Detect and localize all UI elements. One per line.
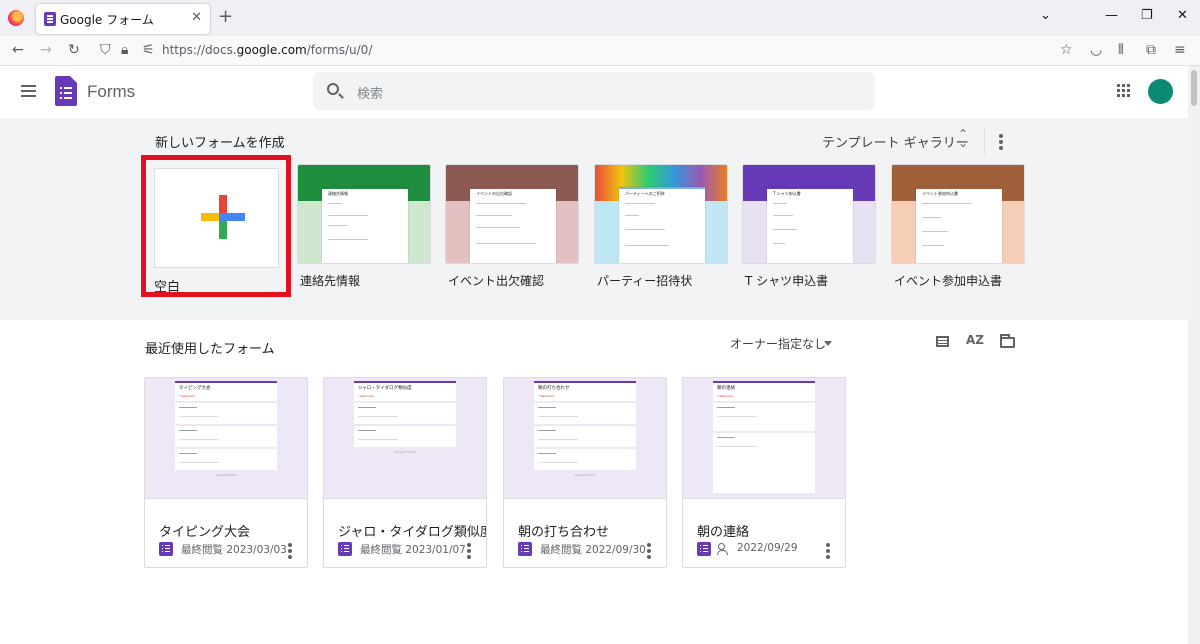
- forward-icon[interactable]: →: [40, 42, 52, 58]
- form-title[interactable]: ジャロ・タイダログ類似度: [338, 521, 486, 540]
- last-viewed-date: 最終閲覧 2022/09/30: [540, 544, 646, 556]
- firefox-icon[interactable]: [8, 10, 24, 26]
- template-tshirt-order[interactable]: T シャツ申込書: [742, 164, 876, 264]
- recent-form-card[interactable]: 朝の打ち合わせ * Required Google Forms 朝の打ち合わせ 最…: [503, 377, 667, 568]
- form-more-icon[interactable]: [647, 543, 651, 547]
- form-thumbnail: 朝の連絡 * Required: [683, 378, 845, 499]
- reload-icon[interactable]: ↻: [68, 42, 80, 58]
- template-contact-info[interactable]: 連絡先情報: [297, 164, 431, 264]
- tab-list-chevron-icon[interactable]: ⌄: [1040, 8, 1051, 23]
- search-box[interactable]: 検索: [313, 72, 875, 110]
- plus-icon: [201, 195, 245, 239]
- form-title[interactable]: 朝の打ち合わせ: [518, 521, 609, 540]
- form-thumbnail: 朝の打ち合わせ * Required Google Forms: [504, 378, 666, 499]
- template-party-invite[interactable]: パーティーへのご招待: [594, 164, 728, 264]
- template-event-rsvp[interactable]: イベントの出欠確認: [445, 164, 579, 264]
- template-gallery-button[interactable]: テンプレート ギャラリー: [822, 132, 969, 151]
- pocket-icon[interactable]: ◡: [1090, 42, 1102, 58]
- template-label-event-rsvp[interactable]: イベント出欠確認: [448, 272, 544, 289]
- template-preview: パーティーへのご招待: [619, 187, 705, 263]
- menu-icon[interactable]: ≡: [1174, 42, 1186, 58]
- form-more-icon[interactable]: [288, 543, 292, 547]
- template-label-tshirt-order[interactable]: T シャツ申込書: [745, 272, 828, 289]
- folder-icon[interactable]: [1000, 334, 1015, 348]
- forms-file-icon: [697, 542, 711, 556]
- restore-icon[interactable]: ❐: [1141, 8, 1153, 23]
- forms-header: Forms 検索: [0, 66, 1188, 118]
- bookmark-star-icon[interactable]: ☆: [1060, 42, 1073, 58]
- owner-filter-dropdown[interactable]: オーナー指定なし: [730, 335, 826, 352]
- permissions-icon[interactable]: ⚟: [142, 42, 155, 58]
- unfold-icon[interactable]: ⌃ ⌄: [958, 128, 968, 149]
- template-preview: イベントの出欠確認: [470, 187, 556, 263]
- form-more-icon[interactable]: [467, 543, 471, 547]
- url-bar[interactable]: https://docs.google.com/forms/u/0/: [162, 43, 372, 57]
- template-preview: 連絡先情報: [322, 187, 408, 263]
- lock-icon[interactable]: 🔒︎: [121, 42, 128, 58]
- google-apps-icon[interactable]: [1117, 84, 1120, 87]
- template-label-contact-info[interactable]: 連絡先情報: [300, 272, 360, 289]
- blank-template-highlight: 空白: [141, 155, 291, 297]
- app-name[interactable]: Forms: [87, 82, 135, 102]
- avatar[interactable]: [1148, 79, 1173, 104]
- browser-nav-bar: ← → ↻ ⛉ 🔒︎ ⚟ https://docs.google.com/for…: [0, 36, 1200, 66]
- form-more-icon[interactable]: [826, 543, 830, 547]
- blank-template-card[interactable]: [154, 168, 279, 268]
- template-label-event-registration[interactable]: イベント参加申込書: [894, 272, 1002, 289]
- search-icon[interactable]: [327, 83, 339, 95]
- browser-tab[interactable]: Google フォーム ✕: [36, 4, 210, 34]
- sort-az-icon[interactable]: AZ: [966, 333, 984, 347]
- page-scrollbar[interactable]: [1188, 66, 1200, 644]
- shield-icon[interactable]: ⛉: [100, 42, 111, 58]
- template-preview: イベント参加申込書: [916, 187, 1002, 263]
- forms-file-icon: [338, 542, 352, 556]
- extensions-icon[interactable]: ⧉: [1146, 42, 1156, 58]
- shared-users-icon: [717, 543, 731, 555]
- new-tab-icon[interactable]: +: [218, 6, 233, 27]
- library-icon[interactable]: ⫴: [1118, 42, 1124, 58]
- form-thumbnail: ジャロ・タイダログ類似度 * Required Google Forms: [324, 378, 486, 499]
- template-preview: T シャツ申込書: [767, 187, 853, 263]
- forms-logo-icon[interactable]: [55, 76, 77, 106]
- recent-form-card[interactable]: 朝の連絡 * Required 朝の連絡 2022/09/29: [682, 377, 846, 568]
- template-label-blank[interactable]: 空白: [154, 276, 180, 295]
- template-gallery: 新しいフォームを作成 テンプレート ギャラリー ⌃ ⌄ 空白 連絡先情報 連絡先情…: [0, 118, 1188, 320]
- divider: [984, 128, 985, 154]
- list-view-icon[interactable]: [936, 336, 949, 347]
- template-event-registration[interactable]: イベント参加申込書: [891, 164, 1025, 264]
- last-viewed-date: 最終閲覧 2023/01/07: [360, 544, 466, 556]
- last-modified-date: 2022/09/29: [737, 542, 798, 554]
- last-viewed-date: 最終閲覧 2023/03/03: [181, 544, 287, 556]
- form-thumbnail: タイピング大会 * Required Google Forms: [145, 378, 307, 499]
- form-title[interactable]: 朝の連絡: [697, 521, 749, 540]
- tab-title: Google フォーム: [60, 13, 154, 27]
- dropdown-caret-icon[interactable]: [824, 341, 832, 346]
- browser-tab-bar: Google フォーム ✕ + ⌄ — ❐ ✕: [0, 0, 1200, 36]
- forms-favicon-icon: [44, 12, 56, 26]
- gallery-title: 新しいフォームを作成: [155, 136, 285, 151]
- back-icon[interactable]: ←: [12, 42, 24, 58]
- gallery-more-icon[interactable]: [999, 134, 1003, 138]
- main-menu-icon[interactable]: [21, 85, 36, 87]
- close-window-icon[interactable]: ✕: [1177, 8, 1188, 23]
- forms-file-icon: [159, 542, 173, 556]
- recent-form-card[interactable]: ジャロ・タイダログ類似度 * Required Google Forms ジャロ・…: [323, 377, 487, 568]
- template-label-party-invite[interactable]: パーティー招待状: [597, 272, 692, 289]
- minimize-icon[interactable]: —: [1105, 8, 1118, 23]
- tab-close-icon[interactable]: ✕: [191, 10, 202, 25]
- recent-forms-title: 最近使用したフォーム: [145, 342, 275, 357]
- form-title[interactable]: タイピング大会: [159, 521, 250, 540]
- recent-form-card[interactable]: タイピング大会 * Required Google Forms タイピング大会 最…: [144, 377, 308, 568]
- search-input[interactable]: 検索: [357, 83, 383, 102]
- forms-file-icon: [518, 542, 532, 556]
